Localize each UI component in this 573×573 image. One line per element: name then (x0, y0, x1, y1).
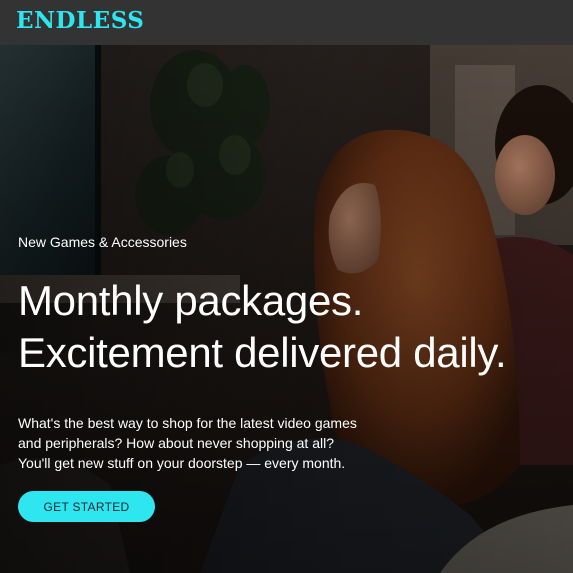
hero-eyebrow: New Games & Accessories (18, 234, 187, 250)
hero-section: New Games & Accessories Monthly packages… (0, 45, 573, 573)
hero-description-line-2: and peripherals? How about never shoppin… (18, 435, 334, 451)
hero-description-line-1: What's the best way to shop for the late… (18, 415, 357, 431)
top-navigation-bar: ENDLESS (0, 0, 573, 45)
hero-description: What's the best way to shop for the late… (18, 413, 418, 473)
hero-headline-line-1: Monthly packages. (18, 277, 364, 324)
hero-headline-line-2: Excitement delivered daily. (18, 329, 507, 376)
hero-headline: Monthly packages. Excitement delivered d… (18, 275, 507, 379)
get-started-button[interactable]: GET STARTED (18, 491, 155, 522)
landing-page: ENDLESS New Games & Accessories Monthly … (0, 0, 573, 573)
brand-logo[interactable]: ENDLESS (16, 7, 144, 35)
hero-description-line-3: You'll get new stuff on your doorstep — … (18, 455, 346, 471)
